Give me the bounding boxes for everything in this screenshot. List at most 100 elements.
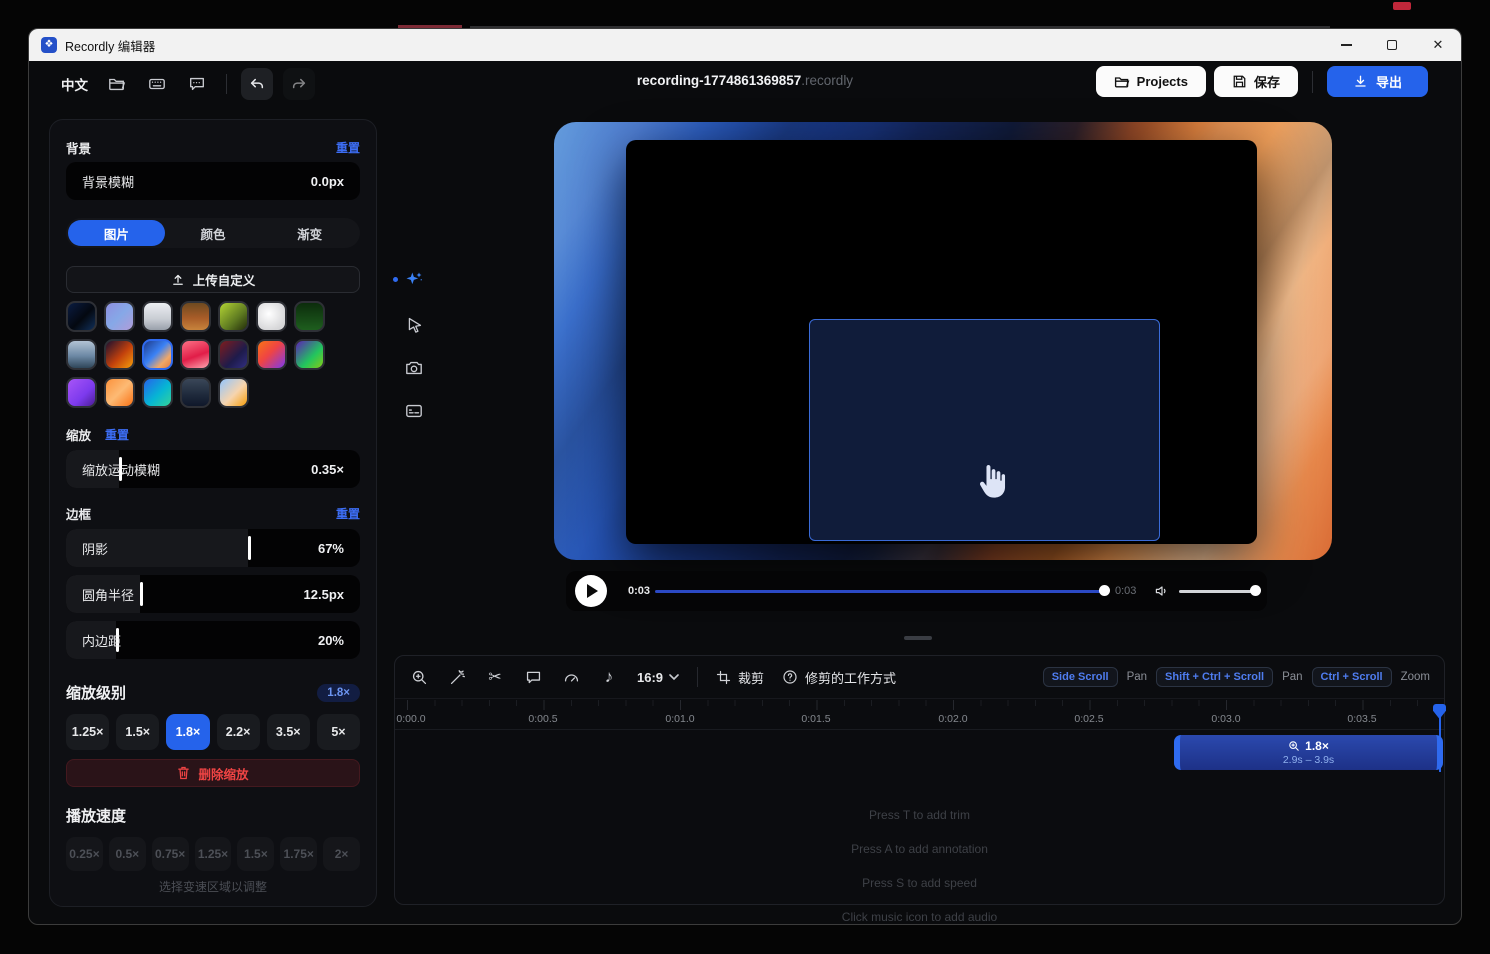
background-thumbnail-autumn-forest[interactable] bbox=[180, 301, 211, 332]
zoom-reset-link[interactable]: 重置 bbox=[105, 426, 129, 443]
magic-wand-icon[interactable] bbox=[447, 667, 467, 687]
speed-2x[interactable]: 2× bbox=[323, 837, 360, 871]
background-thumbnail-sequoia-blue-orange[interactable] bbox=[142, 339, 173, 370]
app-icon: ❖ bbox=[41, 37, 57, 53]
background-thumbnail-dark-mountain[interactable] bbox=[180, 377, 211, 408]
ruler-tick: 0:02.5 bbox=[1074, 713, 1103, 725]
panel-resize-handle[interactable] bbox=[904, 636, 932, 640]
tab-color[interactable]: 颜色 bbox=[165, 220, 262, 246]
maximize-button[interactable] bbox=[1369, 29, 1415, 61]
save-icon bbox=[1232, 74, 1247, 89]
timeline-zoom-icon[interactable] bbox=[409, 667, 429, 687]
speed-0.25x[interactable]: 0.25× bbox=[66, 837, 103, 871]
speed-1.75x[interactable]: 1.75× bbox=[280, 837, 317, 871]
volume-slider[interactable] bbox=[1179, 590, 1257, 593]
volume-handle[interactable] bbox=[1250, 585, 1261, 596]
zoom-level-2.2x[interactable]: 2.2× bbox=[217, 714, 260, 750]
background-thumbnail-pink-wave[interactable] bbox=[180, 339, 211, 370]
music-icon[interactable]: ♪ bbox=[599, 667, 619, 687]
background-blur-slider[interactable]: 背景模糊 0.0px bbox=[66, 162, 360, 200]
speed-0.5x[interactable]: 0.5× bbox=[109, 837, 146, 871]
background-thumbnail-peach-wave[interactable] bbox=[104, 377, 135, 408]
speed-1.25x[interactable]: 1.25× bbox=[195, 837, 232, 871]
shadow-label: 阴影 bbox=[82, 539, 108, 558]
zoom-level-1.5x[interactable]: 1.5× bbox=[116, 714, 159, 750]
background-thumbnail-white-ridges[interactable] bbox=[256, 301, 287, 332]
delete-zoom-button[interactable]: 删除缩放 bbox=[66, 759, 360, 787]
cursor-icon bbox=[406, 316, 423, 333]
zoom-level-badge: 1.8× bbox=[317, 684, 360, 702]
border-section-header: 边框 重置 bbox=[66, 504, 360, 523]
background-thumbnail-purple-haze[interactable] bbox=[104, 301, 135, 332]
zoom-motion-blur-label: 缩放运动模糊 bbox=[82, 460, 160, 479]
timeline-toolbar: ✂ ♪ 16:9 裁剪 修剪的工作 bbox=[395, 656, 1444, 699]
timeline-hint-audio: Click music icon to add audio bbox=[395, 910, 1444, 924]
help-icon bbox=[782, 669, 798, 685]
zoom-level-1.25x[interactable]: 1.25× bbox=[66, 714, 109, 750]
shadow-slider[interactable]: 阴影 67% bbox=[66, 529, 360, 567]
hand-cursor bbox=[975, 462, 1009, 502]
seek-bar[interactable] bbox=[655, 590, 1104, 593]
background-thumbnail-lime-abstract[interactable] bbox=[218, 301, 249, 332]
background-thumbnail-pastel-dawn[interactable] bbox=[218, 377, 249, 408]
tab-gradient[interactable]: 渐变 bbox=[261, 220, 358, 246]
background-section-title: 背景 bbox=[66, 138, 91, 157]
tab-image[interactable]: 图片 bbox=[68, 220, 165, 246]
scissors-icon[interactable]: ✂ bbox=[485, 667, 505, 687]
zoom-region-overlay[interactable] bbox=[809, 319, 1160, 541]
captions-tool-button[interactable] bbox=[403, 400, 425, 422]
corner-radius-value: 12.5px bbox=[304, 587, 344, 602]
background-thumbnail-snow-landscape[interactable] bbox=[142, 301, 173, 332]
projects-button[interactable]: Projects bbox=[1096, 66, 1206, 97]
background-reset-link[interactable]: 重置 bbox=[336, 139, 360, 156]
ruler-tick: 0:03.5 bbox=[1347, 713, 1376, 725]
zoom-level-3.5x[interactable]: 3.5× bbox=[267, 714, 310, 750]
background-thumbnail-sunset-violet[interactable] bbox=[256, 339, 287, 370]
save-button[interactable]: 保存 bbox=[1214, 66, 1298, 97]
corner-radius-slider[interactable]: 圆角半径 12.5px bbox=[66, 575, 360, 613]
aspect-ratio-dropdown[interactable]: 16:9 bbox=[637, 670, 679, 685]
background-thumbnail-dark-abstract[interactable] bbox=[66, 301, 97, 332]
speed-0.75x[interactable]: 0.75× bbox=[152, 837, 189, 871]
background-thumbnail-ember-flower[interactable] bbox=[104, 339, 135, 370]
trim-help-button[interactable]: 修剪的工作方式 bbox=[782, 668, 896, 687]
cursor-tool-button[interactable] bbox=[403, 313, 425, 335]
seek-handle[interactable] bbox=[1099, 585, 1110, 596]
ruler-tick: 0:02.0 bbox=[938, 713, 967, 725]
zoom-level-buttons: 1.25× 1.5× 1.8× 2.2× 3.5× 5× bbox=[66, 714, 360, 750]
chevron-down-icon bbox=[669, 674, 679, 681]
camera-icon bbox=[405, 359, 423, 377]
auto-zoom-tool-button[interactable] bbox=[403, 269, 425, 291]
speed-1.5x[interactable]: 1.5× bbox=[237, 837, 274, 871]
zoom-level-1.8x[interactable]: 1.8× bbox=[166, 714, 209, 750]
zoom-motion-blur-slider[interactable]: 缩放运动模糊 0.35× bbox=[66, 450, 360, 488]
background-thumbnail-lake-mirror[interactable] bbox=[66, 339, 97, 370]
speed-buttons: 0.25× 0.5× 0.75× 1.25× 1.5× 1.75× 2× bbox=[66, 837, 360, 871]
background-thumbnail-purple-gradient[interactable] bbox=[66, 377, 97, 408]
close-button[interactable]: ✕ bbox=[1415, 29, 1461, 61]
minimize-button[interactable] bbox=[1323, 29, 1369, 61]
background-thumbnail-green-matrix[interactable] bbox=[294, 301, 325, 332]
video-preview[interactable] bbox=[554, 122, 1332, 560]
background-thumbnail-crimson-night[interactable] bbox=[218, 339, 249, 370]
annotation-icon[interactable] bbox=[523, 667, 543, 687]
volume-icon[interactable] bbox=[1154, 583, 1170, 604]
zoom-level-5x[interactable]: 5× bbox=[317, 714, 360, 750]
border-reset-link[interactable]: 重置 bbox=[336, 505, 360, 522]
timeline-zoom-block[interactable]: 1.8× 2.9s – 3.9s bbox=[1174, 735, 1443, 770]
play-button[interactable] bbox=[575, 575, 607, 607]
crop-button[interactable]: 裁剪 bbox=[716, 668, 764, 687]
background-thumbnail-green-violet[interactable] bbox=[294, 339, 325, 370]
timeline-hint-trim: Press T to add trim bbox=[395, 808, 1444, 822]
padding-slider[interactable]: 内边距 20% bbox=[66, 621, 360, 659]
export-button[interactable]: 导出 bbox=[1327, 66, 1428, 97]
background-thumbnail-blue-cyan[interactable] bbox=[142, 377, 173, 408]
ruler-tick: 0:00.0 bbox=[396, 713, 425, 725]
speed-gauge-icon[interactable] bbox=[561, 667, 581, 687]
shortcut-action: Pan bbox=[1282, 671, 1302, 683]
upload-custom-button[interactable]: 上传自定义 bbox=[66, 266, 360, 293]
document-name: recording-1774861369857 bbox=[637, 73, 801, 88]
screenshot-tool-button[interactable] bbox=[403, 357, 425, 379]
zoom-block-label: 1.8× bbox=[1305, 739, 1329, 753]
timeline-ruler[interactable]: 0:00.0 0:00.5 0:01.0 0:01.5 0:02.0 0:02.… bbox=[395, 700, 1444, 730]
